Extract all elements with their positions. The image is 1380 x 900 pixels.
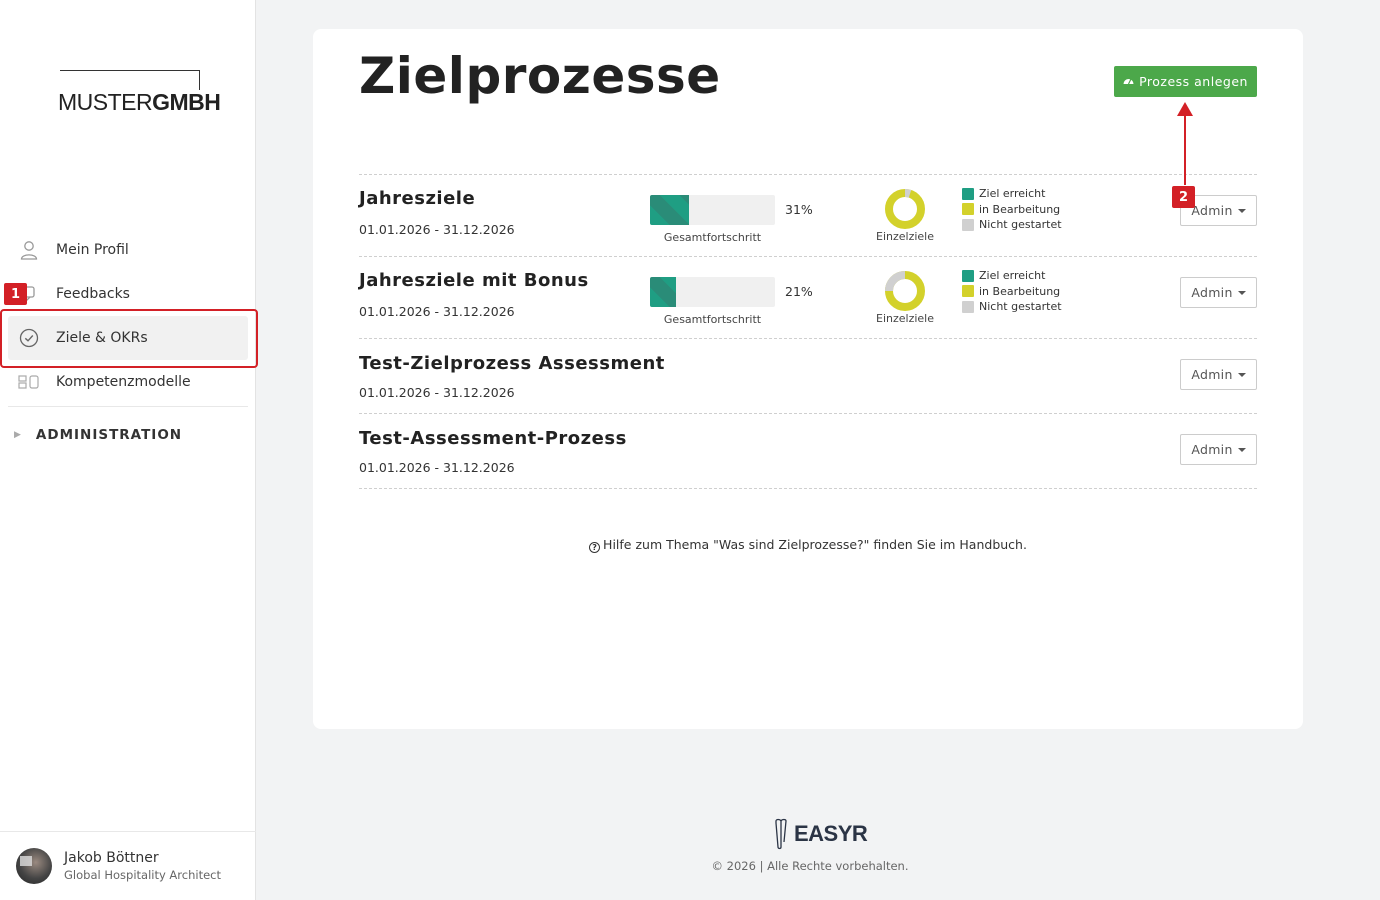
annotation-marker-2: 2 <box>1172 186 1195 208</box>
easyr-logo-icon <box>775 818 787 850</box>
annotation-arrow <box>1177 102 1193 185</box>
easyr-brand: EASYR <box>794 821 868 846</box>
easyr-logo[interactable]: EASYR <box>772 818 868 850</box>
copyright-text: © 2026 | Alle Rechte vorbehalten. <box>711 859 909 873</box>
